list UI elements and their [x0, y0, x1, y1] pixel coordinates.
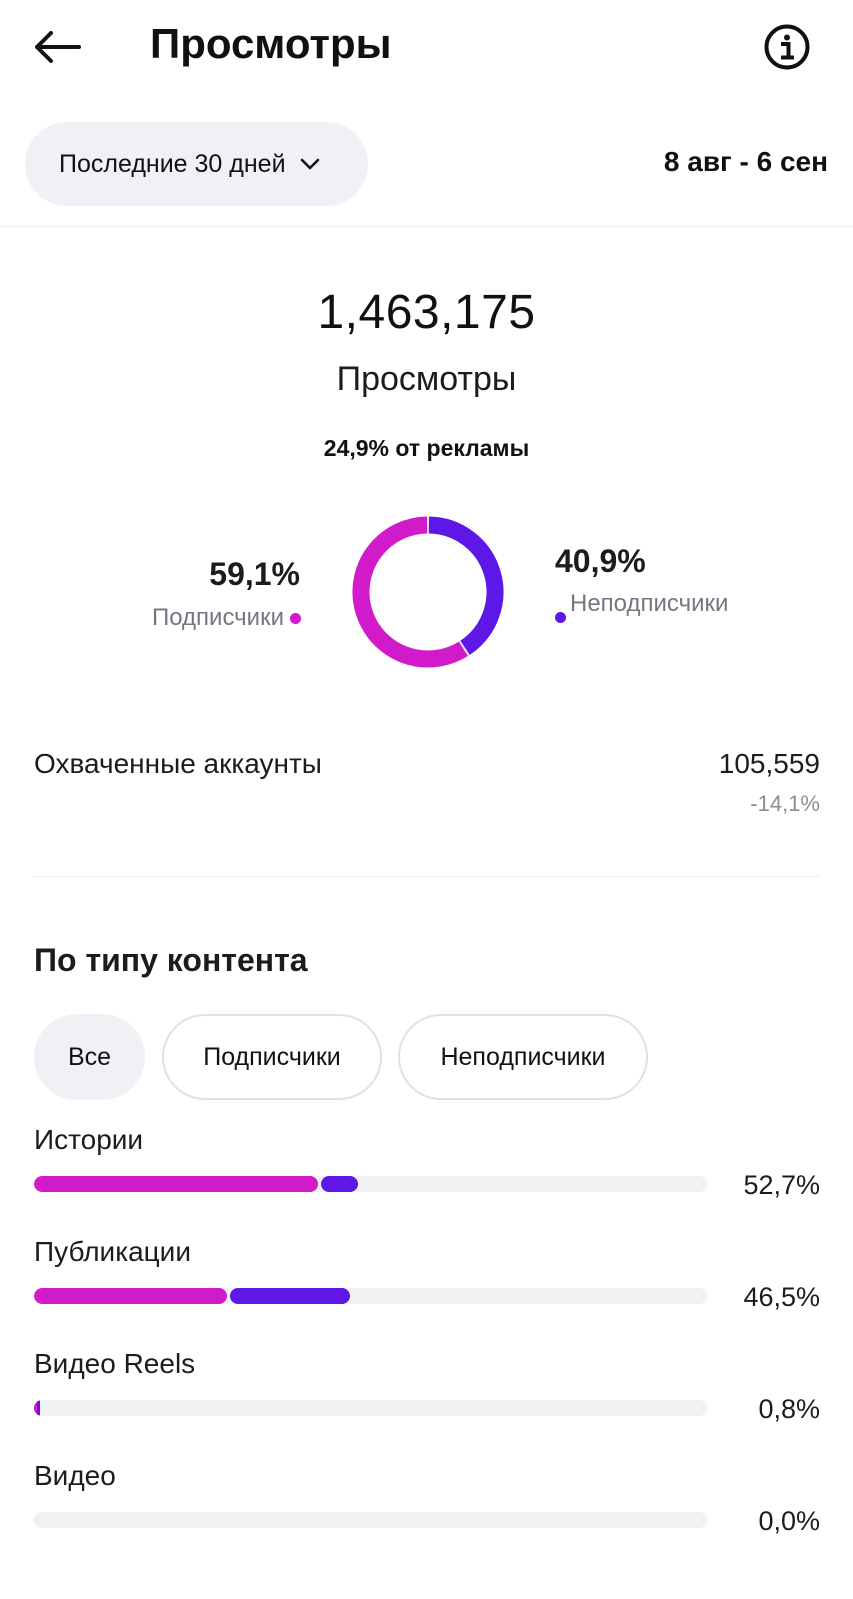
content-row-percent-posts: 46,5% — [743, 1282, 820, 1312]
followers-percent: 59,1% — [209, 556, 300, 592]
filter-chip-nonfollowers[interactable]: Неподписчики — [398, 1014, 648, 1100]
total-views-value: 1,463,175 — [317, 286, 536, 339]
content-row-percent-stories: 52,7% — [743, 1170, 820, 1200]
divider — [0, 226, 853, 227]
total-views-label: Просмотры — [336, 360, 517, 398]
donut-segment-followers — [352, 516, 468, 668]
chevron-down-icon — [300, 157, 320, 171]
divider — [34, 876, 820, 877]
info-circle-icon — [764, 24, 810, 70]
content-bar-reels — [34, 1400, 707, 1416]
content-row-label-video: Видео — [34, 1460, 116, 1491]
content-bar-stories — [34, 1176, 707, 1192]
bar-segment-followers — [34, 1288, 227, 1304]
filter-chip-all[interactable]: Все — [34, 1014, 145, 1100]
donut-segment-nonfollowers — [428, 516, 504, 655]
page-title: Просмотры — [150, 20, 392, 67]
accounts-reached-label: Охваченные аккаунты — [34, 748, 322, 779]
date-range: 8 авг - 6 сен — [663, 146, 828, 177]
content-bar-posts — [34, 1288, 707, 1304]
period-label: Последние 30 дней — [59, 149, 286, 178]
accounts-reached-change: -14,1% — [750, 791, 820, 816]
content-row-label-reels: Видео Reels — [34, 1348, 196, 1379]
period-row: Последние 30 дней 8 авг - 6 сен — [0, 122, 853, 206]
nonfollowers-percent: 40,9% — [555, 543, 646, 579]
content-bar-video — [34, 1512, 707, 1528]
arrow-left-icon — [35, 31, 81, 63]
back-button[interactable] — [30, 22, 84, 72]
followers-legend-dot — [290, 613, 301, 624]
header: Просмотры — [0, 0, 853, 96]
views-insights-screen: Просмотры Последние 30 дней 8 авг - 6 се… — [0, 0, 853, 1599]
audience-donut-chart — [352, 516, 504, 668]
nonfollowers-legend-dot — [555, 612, 566, 623]
content-row-percent-reels: 0,8% — [758, 1394, 820, 1424]
content-row-label-posts: Публикации — [34, 1236, 191, 1267]
filter-chip-followers[interactable]: Подписчики — [162, 1014, 382, 1100]
content-row-percent-video: 0,0% — [758, 1506, 820, 1536]
bar-segment-nonfollowers — [229, 1288, 350, 1304]
period-dropdown[interactable]: Последние 30 дней — [25, 122, 368, 206]
nonfollowers-label: Неподписчики — [570, 590, 729, 617]
info-button[interactable] — [762, 22, 812, 72]
followers-label: Подписчики — [151, 604, 284, 631]
bar-segment-followers — [34, 1176, 318, 1192]
bar-segment-nonfollowers — [37, 1400, 41, 1416]
accounts-reached-value: 105,559 — [718, 748, 820, 779]
content-type-title: По типу контента — [34, 942, 308, 978]
ads-share-note: 24,9% от рекламы — [323, 435, 530, 461]
bar-segment-nonfollowers — [320, 1176, 358, 1192]
content-row-label-stories: Истории — [34, 1124, 144, 1155]
